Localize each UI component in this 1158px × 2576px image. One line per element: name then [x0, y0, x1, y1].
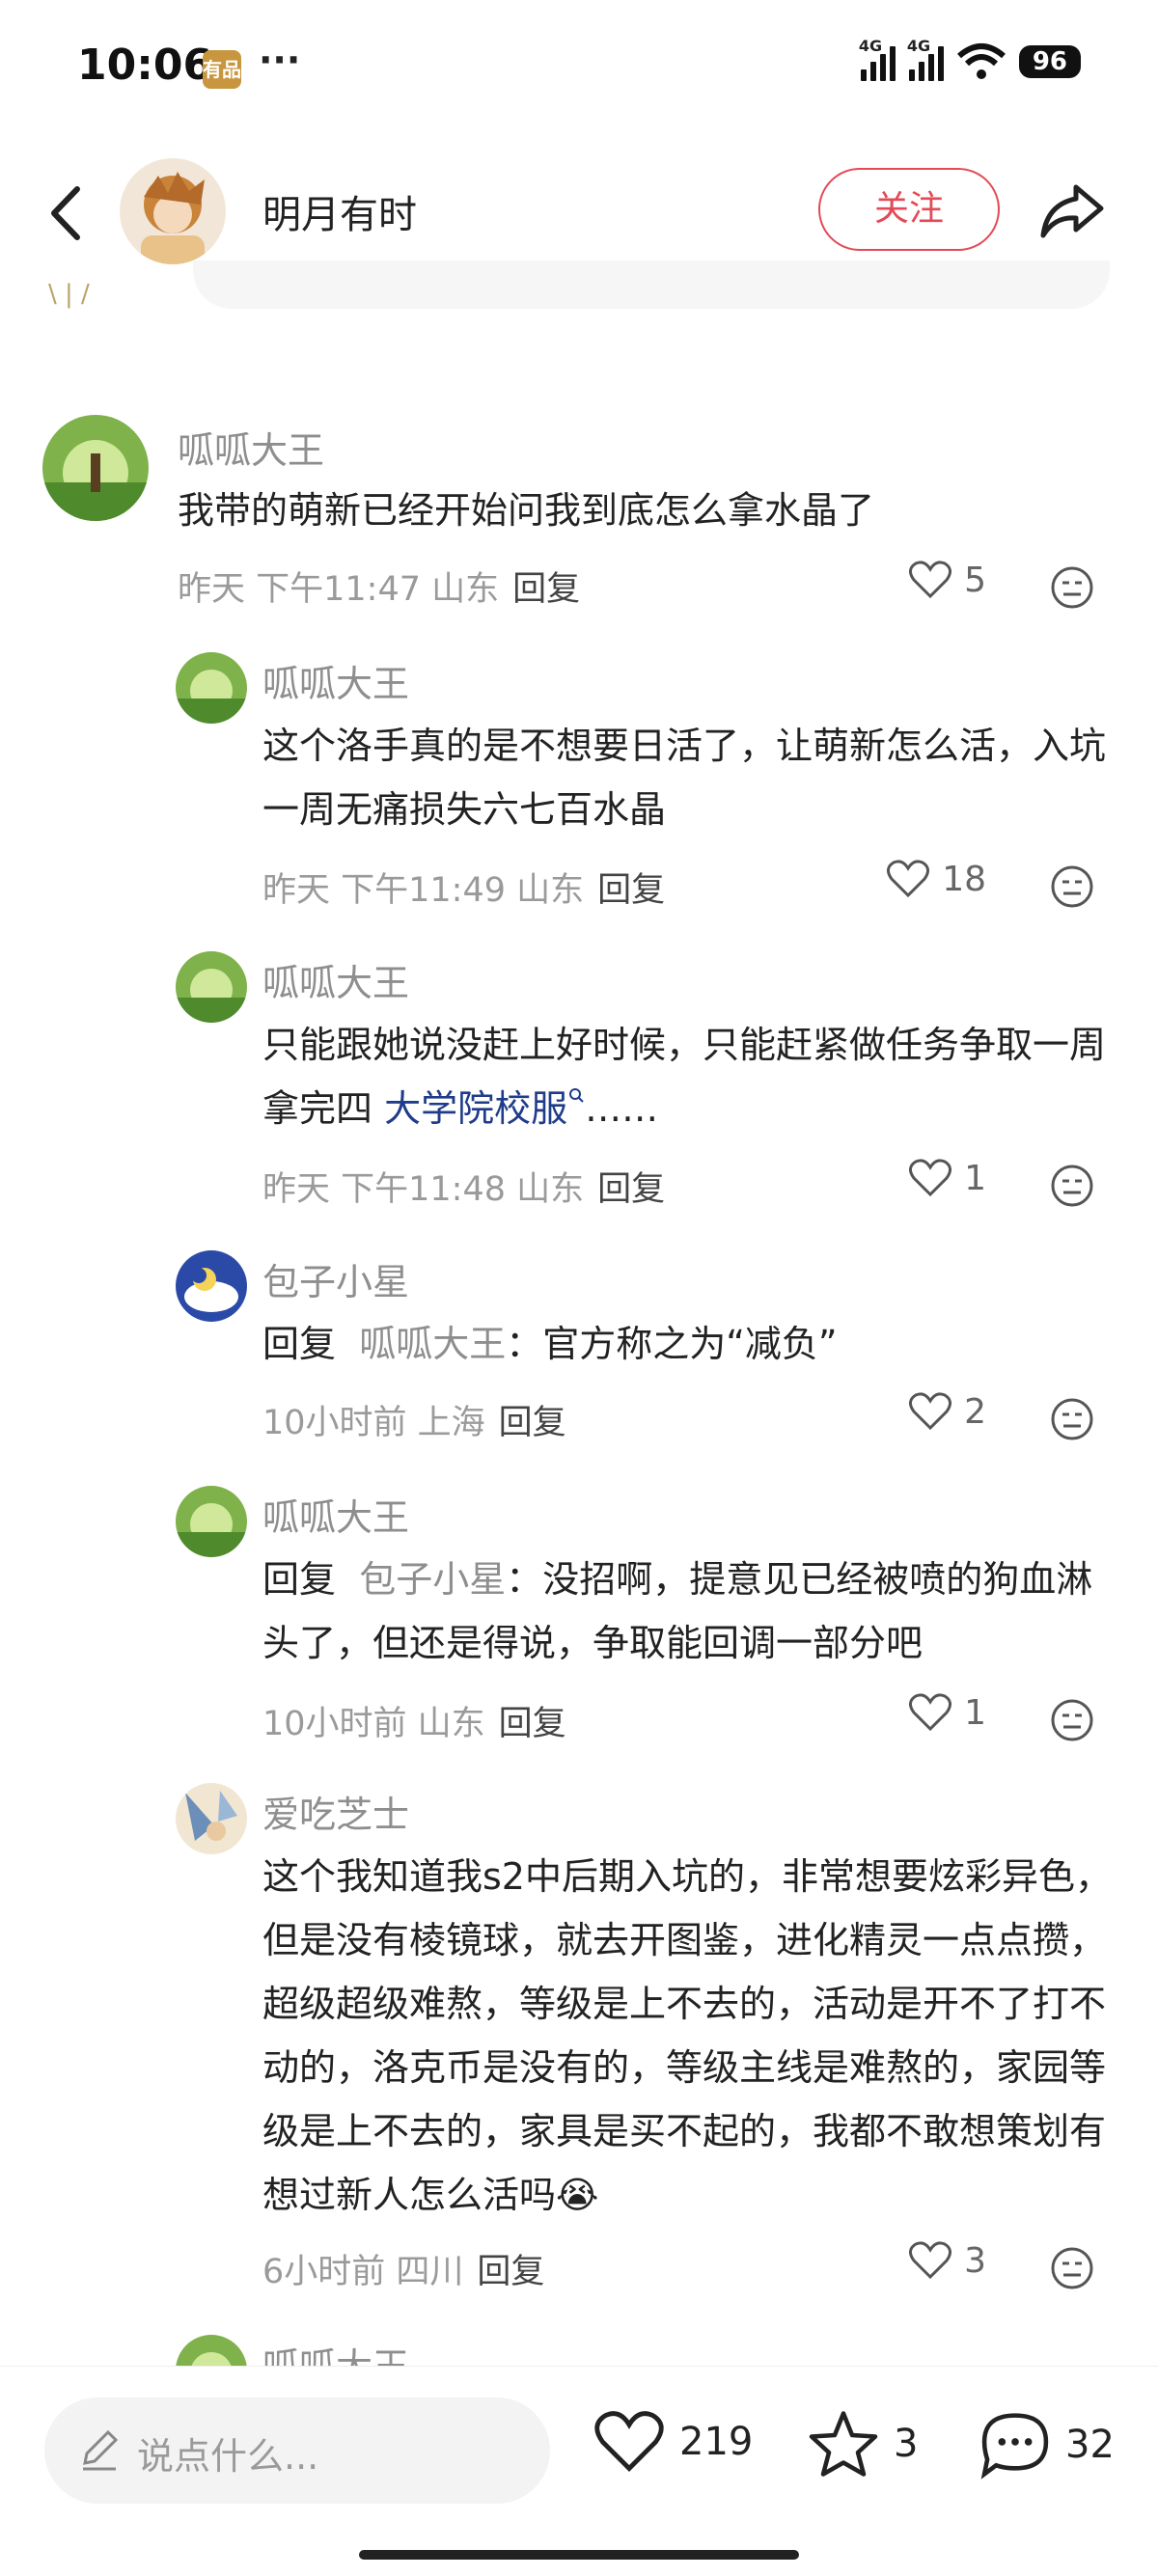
- reply-item: 呱呱大王 这个洛手真的是不想要日活了，让萌新怎么活，入坑一周无痛损失六七百水晶 …: [0, 652, 1158, 932]
- reply-to-user[interactable]: 包子小星: [359, 1558, 506, 1601]
- app-badge-icon: 有品: [203, 50, 241, 89]
- share-icon[interactable]: [1037, 176, 1107, 245]
- status-bar: 10:06 有品 ··· 4G 4G 96: [0, 0, 1158, 135]
- crying-emoji: 😭: [556, 2174, 599, 2216]
- emoji-reaction-icon[interactable]: [1050, 1164, 1094, 1208]
- heart-icon: [594, 2411, 664, 2472]
- user-avatar[interactable]: [176, 2335, 247, 2370]
- post-like-button[interactable]: 219: [593, 2409, 753, 2475]
- previous-content-edge: [193, 260, 1110, 309]
- reply-button[interactable]: 回复: [499, 1404, 566, 1442]
- heart-icon: [909, 1693, 952, 1732]
- comment-item: 呱呱大王 我带的萌新已经开始问我到底怎么拿水晶了 昨天 下午11:47 山东 回复…: [0, 415, 1158, 637]
- comment-bubble-icon: [980, 2413, 1049, 2480]
- comment-input[interactable]: 说点什么...: [44, 2398, 550, 2504]
- user-avatar[interactable]: [176, 1486, 247, 1557]
- search-icon: [569, 1088, 584, 1104]
- heart-icon: [909, 561, 952, 599]
- user-avatar[interactable]: [176, 1783, 247, 1854]
- battery-icon: 96: [1018, 45, 1081, 78]
- pencil-icon: [83, 2429, 119, 2471]
- reply-item: 呱呱大王 回复 包子小星：没招啊，提意见已经被喷的狗血淋头了，但还是得说，争取能…: [0, 1486, 1158, 1766]
- comment-text: 只能跟她说没赶上好时候，只能赶紧做任务争取一周拿完四 大学院校服……: [262, 1024, 1107, 1130]
- comment-text: 这个我知道我s2中后期入坑的，非常想要炫彩异色，但是没有棱镜球，就去开图鉴，进化…: [262, 1855, 1112, 2216]
- comment-text: 这个洛手真的是不想要日活了，让萌新怎么活，入坑一周无痛损失六七百水晶: [262, 725, 1107, 831]
- like-button[interactable]: 1: [908, 1158, 986, 1198]
- user-avatar[interactable]: [176, 652, 247, 724]
- home-indicator[interactable]: [359, 2550, 799, 2560]
- reply-item: 呱呱大王 只能跟她说没赶上好时候，只能赶紧做任务争取一周拿完四 大学院校服…… …: [0, 951, 1158, 1231]
- reply-item: 呱呱大王: [0, 2331, 1158, 2370]
- reply-button[interactable]: 回复: [477, 2253, 544, 2291]
- cell-signal-icon: 4G: [859, 37, 896, 81]
- comment-text: 我带的萌新已经开始问我到底怎么拿水晶了: [178, 489, 875, 532]
- like-count: 3: [964, 2240, 986, 2281]
- like-button[interactable]: 18: [886, 859, 986, 899]
- back-arrow-icon[interactable]: [39, 179, 96, 247]
- comment-author[interactable]: 爱吃芝士: [262, 1785, 409, 1838]
- like-button[interactable]: 3: [908, 2240, 986, 2281]
- like-button[interactable]: 5: [908, 560, 986, 600]
- wifi-icon: [956, 43, 1006, 79]
- cell-signal-icon-2: 4G: [907, 37, 944, 81]
- comment-count: 32: [1065, 2423, 1115, 2467]
- comment-meta: 昨天 下午11:47 山东 回复: [178, 570, 581, 609]
- like-count: 2: [964, 1391, 986, 1432]
- emoji-reaction-icon[interactable]: [1050, 565, 1094, 610]
- emoji-reaction-icon[interactable]: [1050, 1698, 1094, 1742]
- heart-icon: [909, 1392, 952, 1431]
- comment-meta: 昨天 下午11:48 山东 回复: [262, 1170, 666, 1209]
- like-count: 1: [964, 1692, 986, 1733]
- reply-to-user[interactable]: 呱呱大王: [359, 1323, 506, 1365]
- emoji-reaction-icon[interactable]: [1050, 864, 1094, 909]
- comment-meta: 10小时前 山东 回复: [262, 1705, 566, 1743]
- reply-item: 爱吃芝士 这个我知道我s2中后期入坑的，非常想要炫彩异色，但是没有棱镜球，就去开…: [0, 1783, 1158, 2323]
- reply-button[interactable]: 回复: [597, 871, 665, 910]
- heart-icon: [909, 2241, 952, 2280]
- comment-author[interactable]: 呱呱大王: [262, 2337, 409, 2370]
- comment-author[interactable]: 呱呱大王: [262, 654, 409, 707]
- reply-button[interactable]: 回复: [512, 570, 580, 609]
- comment-text: 回复 呱呱大王：官方称之为“减负”: [262, 1323, 838, 1365]
- reply-button[interactable]: 回复: [597, 1170, 665, 1209]
- user-avatar[interactable]: [176, 951, 247, 1023]
- like-button[interactable]: 1: [908, 1692, 986, 1733]
- comment-author[interactable]: 呱呱大王: [262, 953, 409, 1006]
- post-header: 明月有时 关注: [0, 145, 1158, 280]
- comment-input-placeholder: 说点什么...: [137, 2435, 319, 2478]
- emoji-reaction-icon[interactable]: [1050, 1397, 1094, 1441]
- emoji-reaction-icon[interactable]: [1050, 2246, 1094, 2290]
- user-avatar[interactable]: [176, 1250, 247, 1322]
- reply-item: 包子小星 回复 呱呱大王：官方称之为“减负” 10小时前 上海 回复 2: [0, 1250, 1158, 1472]
- like-count: 1: [964, 1158, 986, 1198]
- topic-link[interactable]: 大学院校服: [384, 1087, 567, 1130]
- reply-button[interactable]: 回复: [499, 1705, 566, 1743]
- more-notifications-icon: ···: [259, 39, 301, 81]
- bottom-action-bar: 说点什么... 219 3 32: [0, 2366, 1158, 2576]
- follow-button[interactable]: 关注: [818, 168, 1000, 251]
- favorite-count: 3: [894, 2422, 919, 2466]
- comment-meta: 昨天 下午11:49 山东 回复: [262, 871, 666, 910]
- comment-author[interactable]: 呱呱大王: [178, 421, 324, 474]
- comment-meta: 10小时前 上海 回复: [262, 1404, 566, 1442]
- like-count: 18: [942, 859, 986, 899]
- like-count: 5: [964, 560, 986, 600]
- heart-icon: [909, 1159, 952, 1197]
- heart-icon: [887, 860, 930, 898]
- like-button[interactable]: 2: [908, 1391, 986, 1432]
- comment-author[interactable]: 呱呱大王: [262, 1488, 409, 1541]
- comments-button[interactable]: 32: [979, 2409, 1115, 2480]
- comment-author[interactable]: 包子小星: [262, 1252, 409, 1305]
- comment-text: 回复 包子小星：没招啊，提意见已经被喷的狗血淋头了，但还是得说，争取能回调一部分…: [262, 1558, 1093, 1664]
- star-icon: [809, 2411, 878, 2477]
- comment-meta: 6小时前 四川 回复: [262, 2253, 545, 2291]
- author-name[interactable]: 明月有时: [262, 183, 417, 239]
- user-avatar[interactable]: [42, 415, 149, 521]
- favorite-button[interactable]: 3: [807, 2409, 918, 2479]
- post-like-count: 219: [679, 2420, 754, 2464]
- status-time: 10:06: [77, 41, 213, 90]
- decoration-icon: \ | /: [48, 280, 90, 309]
- author-avatar[interactable]: [120, 158, 226, 264]
